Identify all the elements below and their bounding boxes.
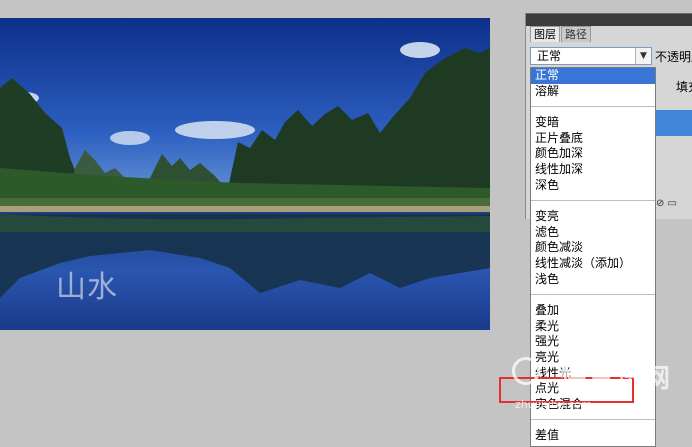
- menu-divider: [531, 294, 655, 296]
- watermark-logo-icon: [512, 357, 540, 385]
- blend-option-linear-burn[interactable]: 线性加深: [531, 162, 655, 178]
- opacity-label: 不透明度:: [655, 50, 692, 64]
- chevron-down-icon[interactable]: ▼: [635, 48, 651, 64]
- watermark-text: 快资讯网: [560, 364, 673, 394]
- fill-label: 填充:: [676, 80, 692, 94]
- blend-option-dissolve[interactable]: 溶解: [531, 84, 655, 100]
- blend-option-normal[interactable]: 正常: [531, 68, 655, 84]
- blend-option-color-burn[interactable]: 颜色加深: [531, 146, 655, 162]
- tab-layers[interactable]: 图层: [530, 26, 560, 42]
- blend-option-hard-light[interactable]: 强光: [531, 334, 655, 350]
- canvas-text-layer[interactable]: 山水: [56, 262, 118, 306]
- tab-paths[interactable]: 路径: [561, 26, 591, 42]
- blend-mode-value: 正常: [537, 49, 562, 63]
- blend-option-color-dodge[interactable]: 颜色减淡: [531, 240, 655, 256]
- blend-option-screen[interactable]: 滤色: [531, 225, 655, 241]
- watermark-subtext: zhujijubu.com: [515, 398, 592, 411]
- blend-option-difference[interactable]: 差值: [531, 428, 655, 444]
- menu-divider: [531, 419, 655, 421]
- menu-divider: [531, 200, 655, 202]
- blend-option-linear-dodge[interactable]: 线性减淡（添加）: [531, 256, 655, 272]
- blend-option-multiply[interactable]: 正片叠底: [531, 131, 655, 147]
- menu-divider: [531, 106, 655, 108]
- blend-option-lighten[interactable]: 变亮: [531, 209, 655, 225]
- panel-title-bar[interactable]: [526, 14, 692, 26]
- image-canvas[interactable]: 山水: [0, 18, 490, 330]
- panel-tabs: 图层 路径: [530, 26, 592, 42]
- blend-mode-select[interactable]: 正常 ▼: [530, 47, 652, 65]
- selected-layer-row[interactable]: [656, 110, 692, 136]
- blend-option-darken[interactable]: 变暗: [531, 115, 655, 131]
- panel-footer-icons[interactable]: ⊘ ▭: [656, 198, 692, 212]
- blend-option-darker-color[interactable]: 深色: [531, 178, 655, 194]
- blend-option-lighter-color[interactable]: 浅色: [531, 272, 655, 288]
- blend-option-overlay[interactable]: 叠加: [531, 303, 655, 319]
- blend-option-soft-light[interactable]: 柔光: [531, 319, 655, 335]
